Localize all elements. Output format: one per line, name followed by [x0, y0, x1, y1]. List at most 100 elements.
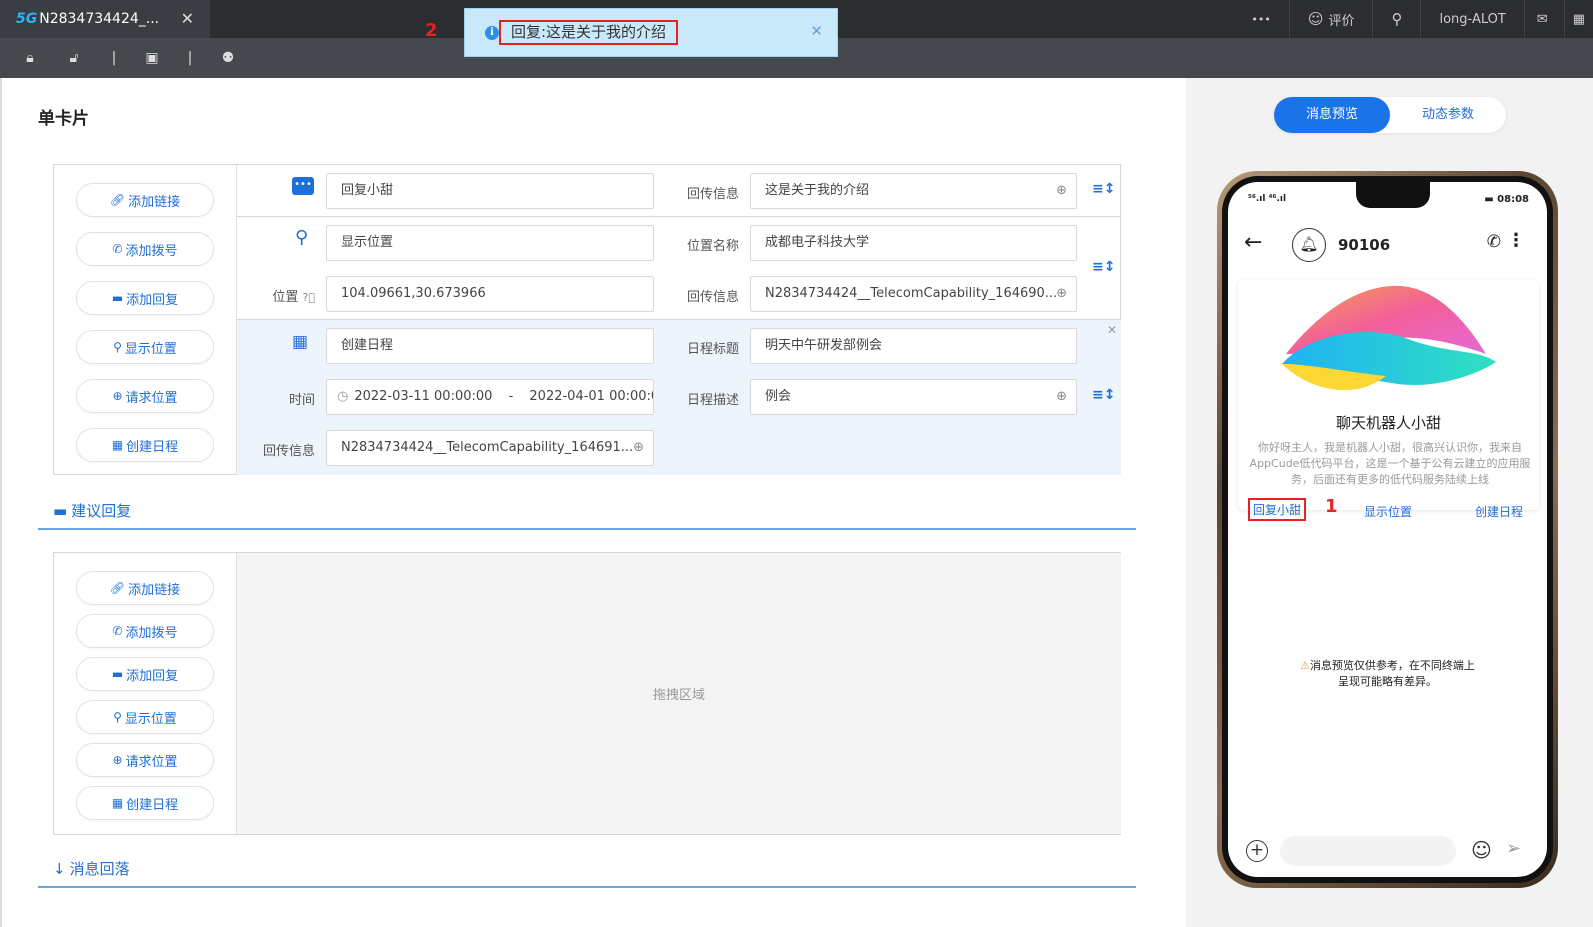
save-icon[interactable]: ▣ [142, 48, 162, 68]
create-schedule-button[interactable]: ▦ 创建日程 [76, 786, 214, 820]
info-toast: i 回复:这是关于我的介绍 ✕ [464, 8, 838, 57]
zoom-icon[interactable]: ⊕ [1056, 174, 1067, 208]
search-icon: ⚲ [1391, 10, 1403, 28]
time-separator: - [508, 389, 514, 404]
more-vertical-icon[interactable]: ⋮ [1507, 230, 1525, 251]
rate-button[interactable]: ☺ 评价 [1288, 0, 1373, 38]
time-start: 2022-03-11 00:00:00 [354, 389, 493, 404]
top-right-menu: ••• ☺ 评价 ⚲ long-ALOT ✉ ▦ [1233, 0, 1593, 38]
add-reply-button[interactable]: ▬ 添加回复 [76, 657, 214, 691]
schedule-title-input[interactable]: 明天中午研发部例会 [750, 328, 1077, 364]
emoji-icon[interactable]: ☺ [1471, 838, 1492, 862]
tab-title: N2834734424_... [39, 11, 160, 27]
tab-dynamic-params[interactable]: 动态参数 [1390, 97, 1506, 133]
person-pin-icon: ⚲ [295, 227, 309, 248]
status-right: ▬ 08:08 [1484, 194, 1529, 205]
request-location-button[interactable]: ⊕ 请求位置 [76, 743, 214, 777]
suggestion-schedule-chip[interactable]: 创建日程 [1475, 503, 1523, 520]
mail-button[interactable]: ✉ [1523, 0, 1564, 38]
create-schedule-label: 创建日程 [126, 797, 179, 813]
warning-icon: ⚠ [1300, 659, 1310, 672]
time-end: 2022-04-01 00:00:00 [529, 389, 654, 404]
document-tab[interactable]: 5G N2834734424_... ✕ [0, 0, 210, 38]
message-icon: ▬ [111, 667, 124, 681]
zoom-icon[interactable]: ⊕ [1056, 380, 1067, 414]
reply-text-input[interactable]: 回复小甜 [326, 173, 654, 209]
panel-toggle-button[interactable]: ▦ [1563, 0, 1593, 38]
schedule-desc-label: 日程描述 [686, 393, 739, 408]
back-arrow-icon[interactable]: ← [1244, 230, 1262, 255]
sort-icon[interactable]: ≡↕ [1092, 259, 1115, 275]
location-action-row[interactable]: ⚲ 显示位置 位置名称 成都电子科技大学 位置 ?⃝ 104.09661,30.… [237, 217, 1121, 320]
warning-line-2: 呈现可能略有差异。 [1338, 675, 1437, 688]
location-text-input[interactable]: 显示位置 [326, 225, 654, 261]
link-icon: 🔗︎ [109, 193, 126, 207]
tab-close-icon[interactable]: ✕ [181, 9, 194, 28]
row-close-icon[interactable]: ✕ [1107, 323, 1117, 337]
zoom-icon[interactable]: ⊕ [1056, 277, 1067, 311]
suggestion-button-palette: 🔗︎ 添加链接 ✆ 添加拨号 ▬ 添加回复 ⚲ 显示位置 ⊕ 请求位置 ▦ 创建日程 [54, 553, 237, 834]
drop-area[interactable]: 拖拽区域 [237, 553, 1121, 834]
position-input[interactable]: 104.09661,30.673966 [326, 276, 654, 312]
calendar-icon: ▦ [111, 438, 124, 452]
show-location-button[interactable]: ⚲ 显示位置 [76, 330, 214, 364]
tab-message-preview[interactable]: 消息预览 [1274, 97, 1390, 133]
card-logo-image [1282, 285, 1496, 390]
chat-input[interactable] [1280, 836, 1456, 866]
time-range-picker[interactable]: ◷ 2022-03-11 00:00:00 - 2022-04-01 00:00:… [326, 379, 654, 415]
reply-postback-input[interactable]: 这是关于我的介绍 ⊕ [750, 173, 1077, 209]
help-icon[interactable]: ?⃝ [303, 291, 315, 304]
toast-close-icon[interactable]: ✕ [810, 22, 823, 40]
schedule-action-row[interactable]: ▦ ✕ 创建日程 日程标题 明天中午研发部例会 时间 ◷ 2022-03-11 0… [237, 320, 1121, 475]
request-location-button[interactable]: ⊕ 请求位置 [76, 379, 214, 413]
zoom-icon[interactable]: ⊕ [633, 431, 644, 465]
warning-line-1: 消息预览仅供参考，在不同终端上 [1309, 659, 1475, 672]
bell-icon[interactable]: 🔔︎ [1292, 228, 1326, 262]
add-dial-button[interactable]: ✆ 添加拨号 [76, 232, 214, 266]
reply-icon: ••• [292, 177, 314, 195]
create-schedule-label: 创建日程 [126, 439, 179, 455]
postback-label: 回传信息 [686, 187, 739, 202]
lock-icon[interactable]: 🔒︎ [20, 48, 40, 68]
chat-header: ← 🔔︎ 90106 ✆ ⋮ [1228, 222, 1547, 270]
card-editor: 🔗︎ 添加链接 ✆ 添加拨号 ▬ 添加回复 ⚲ 显示位置 ⊕ 请求位置 ▦ 创建日程 •••… [53, 164, 1121, 475]
add-link-button[interactable]: 🔗︎ 添加链接 [76, 571, 214, 605]
phone-icon[interactable]: ✆ [1487, 232, 1501, 252]
schedule-postback-input[interactable]: N2834734424__TelecomCapability_164691...… [326, 430, 654, 466]
grid-icon: ▦ [1572, 11, 1585, 27]
mail-icon: ✉ [1536, 11, 1548, 27]
add-reply-button[interactable]: ▬ 添加回复 [76, 281, 214, 315]
schedule-desc-input[interactable]: 例会 ⊕ [750, 379, 1077, 415]
card-title: 聊天机器人小甜 [1335, 414, 1441, 432]
send-icon[interactable]: ➢ [1506, 838, 1521, 859]
search-button[interactable]: ⚲ [1372, 0, 1420, 38]
show-location-button[interactable]: ⚲ 显示位置 [76, 700, 214, 734]
schedule-text-input[interactable]: 创建日程 [326, 328, 654, 364]
suggestion-reply-chip[interactable]: 回复小甜 [1248, 498, 1307, 521]
location-postback-input[interactable]: N2834734424__TelecomCapability_164690...… [750, 276, 1077, 312]
preview-tabs: 消息预览 动态参数 [1274, 97, 1506, 133]
username: long-ALOT [1439, 11, 1506, 27]
add-link-button[interactable]: 🔗︎ 添加链接 [76, 183, 214, 217]
suggestion-location-chip[interactable]: 显示位置 [1364, 503, 1412, 520]
reply-action-row[interactable]: ••• 回复小甜 回传信息 这是关于我的介绍 ⊕ ≡↕ [237, 165, 1121, 217]
sort-icon[interactable]: ≡↕ [1092, 181, 1115, 197]
user-menu[interactable]: long-ALOT [1420, 0, 1523, 38]
add-link-label: 添加链接 [128, 582, 181, 598]
target-icon: ⊕ [112, 753, 123, 767]
add-reply-label: 添加回复 [126, 668, 179, 684]
plus-icon[interactable]: + [1246, 840, 1268, 862]
unlock-icon[interactable]: 🔓︎ [64, 48, 84, 68]
suggested-reply-header: ▬ 建议回复 [38, 500, 1136, 530]
location-name-input[interactable]: 成都电子科技大学 [750, 225, 1077, 261]
position-label: 位置 ?⃝ [257, 286, 315, 305]
more-button[interactable]: ••• [1233, 0, 1288, 38]
battery-icon: ▬ [1484, 194, 1494, 205]
position-label-text: 位置 [272, 290, 299, 305]
sort-icon[interactable]: ≡↕ [1092, 387, 1115, 403]
person-pin-icon: ⚲ [113, 340, 122, 354]
suggested-reply-title: 建议回复 [71, 502, 132, 520]
user-pin-icon[interactable]: ⚉ [218, 48, 238, 68]
create-schedule-button[interactable]: ▦ 创建日程 [76, 428, 214, 462]
add-dial-button[interactable]: ✆ 添加拨号 [76, 614, 214, 648]
